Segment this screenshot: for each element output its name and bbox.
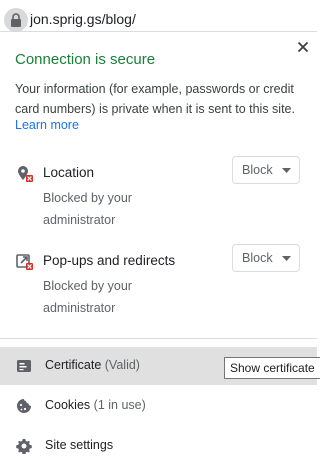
certificate-label: Certificate (Valid) bbox=[45, 358, 140, 372]
site-settings-label: Site settings bbox=[45, 438, 114, 452]
popups-permission-select[interactable]: Block bbox=[232, 244, 300, 272]
close-icon bbox=[297, 41, 309, 53]
url-text[interactable]: jon.sprig.gs/blog/ bbox=[30, 11, 136, 27]
learn-more-link[interactable]: Learn more bbox=[15, 118, 79, 132]
cookies-row[interactable]: Cookies (1 in use) bbox=[0, 387, 317, 425]
certificate-icon bbox=[17, 360, 31, 372]
lock-icon bbox=[11, 13, 21, 27]
address-bar[interactable]: jon.sprig.gs/blog/ bbox=[0, 4, 310, 32]
divider bbox=[0, 338, 317, 339]
connection-status-title: Connection is secure bbox=[15, 51, 156, 68]
location-permission-select[interactable]: Block bbox=[232, 156, 300, 184]
omnibox: jon.sprig.gs/blog/ bbox=[0, 0, 317, 32]
permission-sublabel: Blocked by your administrator bbox=[43, 279, 132, 315]
site-settings-row[interactable]: Site settings bbox=[0, 427, 317, 465]
permission-label: Pop-ups and redirects bbox=[43, 253, 176, 268]
row-label: Cookies bbox=[45, 398, 91, 412]
certificate-status: (Valid) bbox=[104, 358, 140, 372]
site-info-button[interactable] bbox=[4, 8, 28, 32]
popups-blocked-icon bbox=[16, 254, 33, 270]
cookie-icon bbox=[17, 399, 31, 413]
tooltip: Show certificate bbox=[224, 357, 320, 379]
select-value: Block bbox=[242, 251, 273, 265]
permission-sublabel: Blocked by your administrator bbox=[43, 191, 132, 227]
dropdown-arrow-icon bbox=[282, 256, 291, 261]
dropdown-arrow-icon bbox=[282, 168, 291, 173]
cookies-label: Cookies (1 in use) bbox=[45, 398, 146, 412]
location-blocked-icon bbox=[18, 166, 33, 182]
permission-label: Location bbox=[43, 165, 95, 180]
cookies-status: (1 in use) bbox=[93, 398, 146, 412]
connection-description: Your information (for example, passwords… bbox=[15, 82, 295, 116]
page-info-bubble: Connection is secure Your information (f… bbox=[0, 32, 317, 471]
gear-icon bbox=[16, 438, 32, 454]
close-button[interactable] bbox=[295, 39, 311, 55]
row-label: Certificate bbox=[45, 358, 102, 372]
select-value: Block bbox=[242, 163, 273, 177]
